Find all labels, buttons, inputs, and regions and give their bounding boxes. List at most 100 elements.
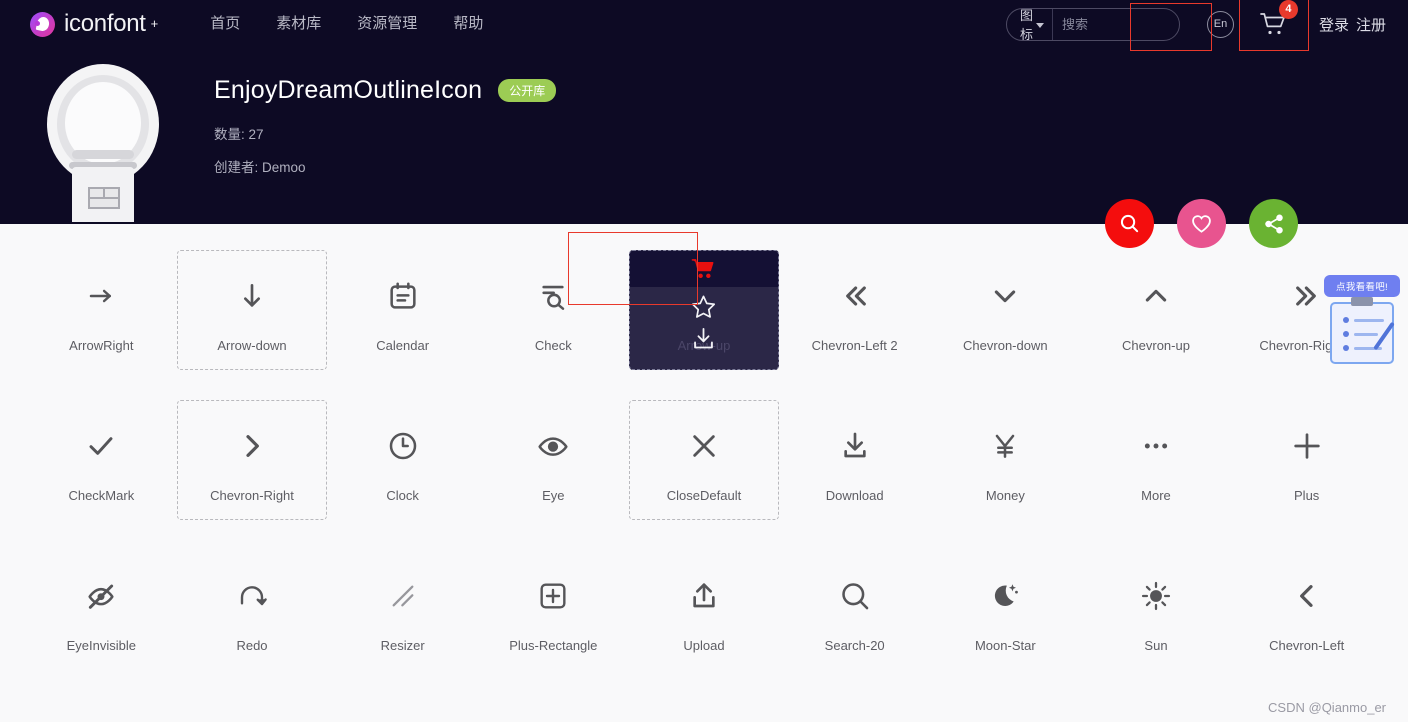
icon-cell[interactable]: Download (779, 400, 930, 520)
icon-hover-overlay (629, 251, 779, 369)
project-title-row: EnjoyDreamOutlineIcon 公开库 (214, 76, 557, 105)
sun-icon (1140, 568, 1172, 624)
icon-label: Chevron-Left 2 (811, 337, 898, 353)
icon-cell[interactable]: Eye (478, 400, 629, 520)
login-link[interactable]: 登录 (1319, 14, 1349, 35)
search-category-dropdown[interactable]: 图标 (1007, 8, 1053, 40)
icon-grid: ArrowRight Arrow-down Calendar Check Arr… (26, 250, 1382, 670)
icon-cell[interactable]: Resizer (327, 550, 478, 670)
icon-grid-area: ArrowRight Arrow-down Calendar Check Arr… (0, 224, 1408, 670)
clipboard-dot (1343, 317, 1349, 323)
project-count-label: 数量: (214, 127, 245, 142)
icon-label: ArrowRight (69, 337, 134, 353)
nav-item-library[interactable]: 素材库 (276, 0, 321, 48)
icon-label: Eye (542, 487, 565, 503)
icon-cell-active[interactable]: Arrow-up (628, 250, 780, 370)
icon-cell[interactable]: Chevron-Left (1231, 550, 1382, 670)
iconfont-logo-icon (30, 11, 55, 37)
chevron-down-icon (1035, 22, 1044, 28)
cart-button[interactable]: 4 (1238, 0, 1309, 51)
download-button[interactable] (690, 325, 717, 357)
plus-icon (1290, 418, 1324, 474)
nav-item-resources[interactable]: 资源管理 (357, 0, 417, 48)
icon-label: Clock (386, 487, 419, 503)
chevron-double-left-icon (839, 268, 871, 324)
icon-label: EyeInvisible (66, 637, 137, 653)
auth-links: 登录 注册 (1319, 14, 1386, 35)
icon-label: Upload (683, 637, 725, 653)
icon-cell[interactable]: Sun (1081, 550, 1232, 670)
icon-cell[interactable]: Arrow-down (176, 250, 328, 370)
icon-label: Check (534, 337, 572, 353)
clipboard-dot (1343, 331, 1349, 337)
chevron-up-icon (1140, 268, 1172, 324)
add-to-cart-button[interactable] (629, 251, 779, 287)
star-icon (692, 295, 716, 318)
icon-cell[interactable]: Chevron-Right (176, 400, 328, 520)
icon-cell[interactable]: Chevron-down (930, 250, 1081, 370)
brand-plus-mark: + (150, 16, 159, 31)
icon-label: Search-20 (824, 637, 885, 653)
project-author-value: Demoo (262, 160, 306, 175)
icon-label: Arrow-down (217, 337, 287, 353)
download-icon (694, 328, 714, 349)
chevron-double-right-icon (1291, 268, 1323, 324)
icon-cell[interactable]: CloseDefault (628, 400, 780, 520)
clock-icon (387, 418, 419, 474)
language-toggle-button[interactable]: En (1206, 10, 1234, 38)
cart-count-badge: 4 (1278, 0, 1298, 19)
icon-cell[interactable]: Upload (629, 550, 780, 670)
icon-label: Redo (236, 637, 268, 653)
language-label: En (1213, 18, 1228, 30)
icon-cell[interactable]: Plus (1231, 400, 1382, 520)
icon-cell[interactable]: Clock (327, 400, 478, 520)
project-hero: EnjoyDreamOutlineIcon 公开库 数量: 27 创建者: De… (0, 48, 1408, 248)
top-navigation-bar: iconfont + 首页 素材库 资源管理 帮助 图标 En (0, 0, 1408, 51)
icon-cell[interactable]: Moon-Star (930, 550, 1081, 670)
icon-cell[interactable]: Calendar (327, 250, 478, 370)
icon-cell[interactable]: Money (930, 400, 1081, 520)
icon-label: Sun (1144, 637, 1168, 653)
clipboard-dot (1343, 345, 1349, 351)
icon-cell[interactable]: Chevron-up (1081, 250, 1232, 370)
icon-cell[interactable]: CheckMark (26, 400, 177, 520)
eye-icon (537, 418, 569, 474)
icon-cell[interactable]: Check (478, 250, 629, 370)
chevron-left-icon (1291, 568, 1323, 624)
more-dots-icon (1140, 418, 1172, 474)
icon-label: Plus (1294, 487, 1320, 503)
arrow-right-icon (86, 268, 116, 324)
topbar-right-cluster: 图标 En 4 登录 注册 (1005, 0, 1386, 51)
nav-item-home[interactable]: 首页 (210, 0, 240, 48)
icon-cell[interactable]: ArrowRight (26, 250, 177, 370)
page-title: EnjoyDreamOutlineIcon (214, 76, 483, 104)
clipboard-clip (1351, 297, 1373, 306)
moon-star-icon (989, 568, 1021, 624)
brand-name: iconfont (64, 10, 146, 37)
brand-logo-link[interactable]: iconfont + (30, 10, 158, 38)
icon-label: Plus-Rectangle (509, 637, 598, 653)
icon-cell[interactable]: Chevron-Left 2 (779, 250, 930, 370)
icon-cell[interactable]: Redo (177, 550, 328, 670)
icon-label: Chevron-Right (210, 487, 294, 503)
icon-cell[interactable]: EyeInvisible (26, 550, 177, 670)
arrow-down-icon (236, 268, 268, 324)
search-input[interactable] (1052, 16, 1179, 32)
redo-icon (236, 568, 268, 624)
search-box[interactable]: 图标 (1005, 7, 1180, 41)
icon-cell[interactable]: Search-20 (779, 550, 930, 670)
icon-label: More (1141, 487, 1171, 503)
icon-cell[interactable]: More (1081, 400, 1232, 520)
survey-widget[interactable]: 点我看看吧! (1324, 275, 1400, 364)
icon-label: Resizer (380, 637, 425, 653)
icon-label: CheckMark (68, 487, 135, 503)
icon-label: Money (985, 487, 1025, 503)
check-search-icon (537, 268, 569, 324)
icon-cell[interactable]: Plus-Rectangle (478, 550, 629, 670)
favorite-button[interactable] (690, 293, 717, 325)
register-link[interactable]: 注册 (1356, 14, 1386, 35)
yen-icon (989, 418, 1021, 474)
survey-clipboard-icon (1330, 297, 1395, 364)
watermark: CSDN @Qianmo_er (1268, 700, 1386, 715)
nav-item-help[interactable]: 帮助 (453, 0, 483, 48)
